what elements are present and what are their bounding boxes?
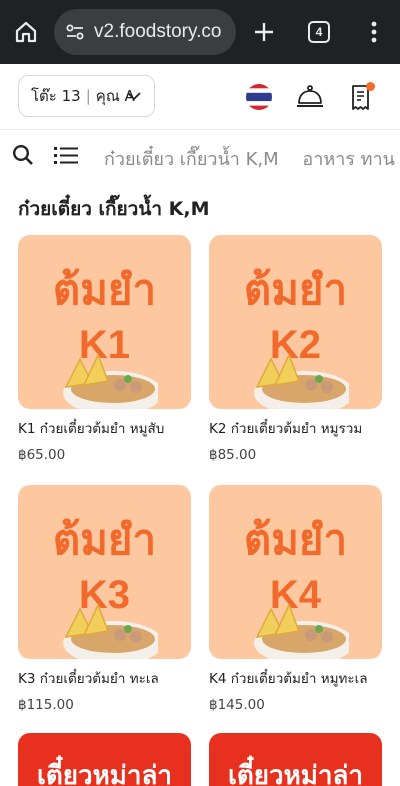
table-label: โต๊ะ 13 xyxy=(31,87,81,105)
chevron-down-icon xyxy=(127,92,141,101)
noodle-bowl-icon xyxy=(63,353,158,409)
menu-item-price: ฿65.00 xyxy=(18,447,66,463)
menu-item-name: K3 ก๋วยเตี๋ยวต้มยำ ทะเล xyxy=(18,671,159,687)
divider: | xyxy=(85,87,91,105)
call-staff-bell-icon[interactable] xyxy=(296,84,324,110)
thailand-flag-icon[interactable] xyxy=(246,84,272,110)
menu-item-price: ฿85.00 xyxy=(209,447,257,463)
app-header: โต๊ะ 13 | คุณ A xyxy=(0,64,400,130)
image-text-line1: ต้มยำ xyxy=(243,515,348,564)
menu-item-card[interactable]: ต้มยำ K3 K3 ก๋วยเตี๋ยวต้มยำ ทะเล ฿115.00 xyxy=(18,485,191,713)
home-icon[interactable] xyxy=(10,16,42,48)
menu-item-card[interactable]: เตี๋ยวหม่าล่า xyxy=(18,733,191,786)
site-settings-icon[interactable] xyxy=(62,19,88,45)
menu-item-price: ฿115.00 xyxy=(18,697,74,713)
url-text: v2.foodstory.co xyxy=(94,21,222,42)
menu-item-card[interactable]: ต้มยำ K4 K4 ก๋วยเตี๋ยวต้มยำ หมูทะเล ฿145… xyxy=(209,485,382,713)
table-selector[interactable]: โต๊ะ 13 | คุณ A xyxy=(18,75,155,117)
search-icon[interactable] xyxy=(12,144,34,166)
category-tabs: ก๋วยเตี๋ยว เกี๊ยวน้ำ K,M อาหาร ทาน xyxy=(104,144,400,173)
image-text: เตี๋ยวหม่าล่า xyxy=(227,761,363,786)
menu-item-price: ฿145.00 xyxy=(209,697,265,713)
more-menu-icon[interactable] xyxy=(358,16,390,48)
menu-item-name: K1 ก๋วยเตี๋ยวต้มยำ หมูสับ xyxy=(18,421,165,437)
image-text-line1: ต้มยำ xyxy=(52,265,157,314)
browser-toolbar: v2.foodstory.co 4 xyxy=(0,0,400,64)
image-text-line1: ต้มยำ xyxy=(52,515,157,564)
noodle-bowl-icon xyxy=(63,603,158,659)
menu-item-image: ต้มยำ K2 xyxy=(209,235,382,409)
menu-item-card[interactable]: เตี๋ยวหม่าล่า xyxy=(209,733,382,786)
section-title: ก๋วยเตี๋ยว เกี๊ยวน้ำ K,M xyxy=(18,198,210,220)
image-text: เตี๋ยวหม่าล่า xyxy=(36,761,172,786)
menu-item-image: ต้มยำ K3 xyxy=(18,485,191,659)
tab-category-food[interactable]: อาหาร ทาน xyxy=(302,149,395,170)
notification-dot xyxy=(366,82,375,91)
category-bar: ก๋วยเตี๋ยว เกี๊ยวน้ำ K,M อาหาร ทาน xyxy=(0,130,400,182)
menu-item-name: K4 ก๋วยเตี๋ยวต้มยำ หมูทะเล xyxy=(209,671,368,687)
noodle-bowl-icon xyxy=(254,603,349,659)
menu-item-card[interactable]: ต้มยำ K2 K2 ก๋วยเตี๋ยวต้มยำ หมูรวม ฿85.0… xyxy=(209,235,382,463)
address-bar[interactable]: v2.foodstory.co xyxy=(54,9,236,55)
new-tab-icon[interactable] xyxy=(248,16,280,48)
order-receipt-icon[interactable] xyxy=(349,82,377,112)
tab-category-noodle[interactable]: ก๋วยเตี๋ยว เกี๊ยวน้ำ K,M xyxy=(104,149,279,170)
category-list-icon[interactable] xyxy=(54,144,78,166)
menu-item-name: K2 ก๋วยเตี๋ยวต้มยำ หมูรวม xyxy=(209,421,363,437)
tab-switcher-button[interactable]: 4 xyxy=(308,21,330,43)
menu-item-image: ต้มยำ K4 xyxy=(209,485,382,659)
noodle-bowl-icon xyxy=(254,353,349,409)
menu-item-image: ต้มยำ K1 xyxy=(18,235,191,409)
image-text-line1: ต้มยำ xyxy=(243,265,348,314)
menu-item-card[interactable]: ต้มยำ K1 K1 ก๋วยเตี๋ยวต้มยำ หมูสับ ฿65.0… xyxy=(18,235,191,463)
